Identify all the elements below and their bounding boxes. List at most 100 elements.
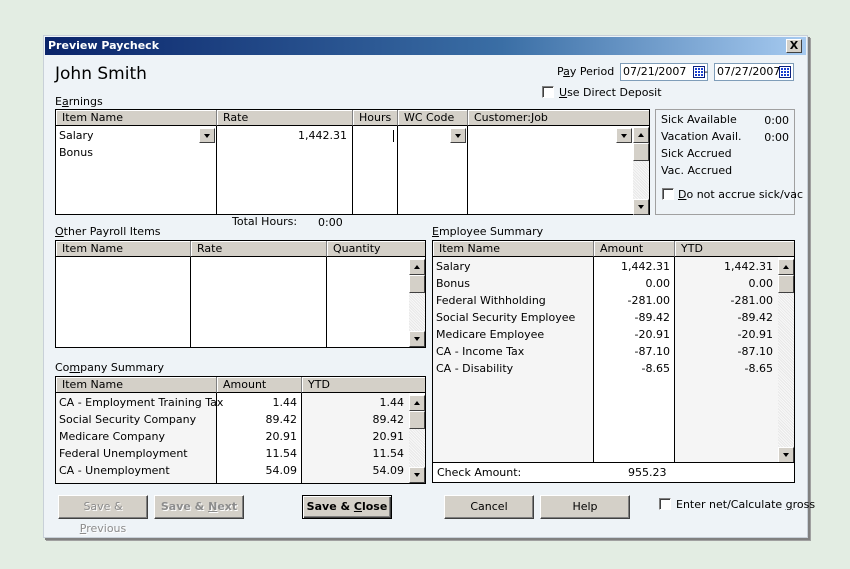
company-summary-table: Item Name Amount YTD CA - Employment Tra… [55,376,426,484]
scroll-down-icon[interactable] [409,331,425,347]
column-header-ytd[interactable]: YTD [302,377,425,393]
item-name-cell: CA - Disability [436,362,514,375]
ytd-cell: 20.91 [372,430,405,443]
scroll-down-icon[interactable] [409,467,425,483]
do-not-accrue-checkbox[interactable] [662,188,674,200]
scroll-thumb[interactable] [409,275,425,293]
employee-summary-table: Item Name Amount YTD Salary 1,442.31 1,442… [432,240,795,483]
ytd-cell: -20.91 [737,328,773,341]
column-header-quantity[interactable]: Quantity [327,241,425,257]
amount-cell: -281.00 [627,294,670,307]
column-header-item-name[interactable]: Item Name [433,241,594,257]
scroll-down-icon[interactable] [778,447,794,463]
item-name-cell: CA - Income Tax [436,345,525,358]
chevron-down-icon[interactable] [199,128,215,143]
scroll-up-icon[interactable] [778,259,794,275]
amount-cell: 1.44 [272,396,298,409]
preview-paycheck-window: Preview Paycheck X John Smith Pay Period… [43,35,815,538]
column-header-rate[interactable]: Rate [191,241,327,257]
other-payroll-items-label: Other Payroll Items [55,225,161,238]
column-header-item-name[interactable]: Item Name [56,377,217,393]
scroll-thumb[interactable] [633,143,649,161]
earnings-item-name[interactable]: Bonus [59,144,93,161]
ytd-cell: -8.65 [744,362,773,375]
sick-available-label: Sick Available [661,113,737,126]
column-header-amount[interactable]: Amount [594,241,675,257]
earnings-item-name[interactable]: Salary [59,127,94,144]
sick-accrued-label: Sick Accrued [661,147,732,160]
column-header-customer-job[interactable]: Customer:Job [468,110,649,126]
item-name-cell: Medicare Company [59,430,165,443]
employee-summary-scrollbar[interactable] [778,259,794,463]
sick-vacation-panel: Sick Available 0:00 Vacation Avail. 0:00… [655,109,803,215]
vacation-avail-label: Vacation Avail. [661,130,742,143]
window-title: Preview Paycheck [48,39,160,52]
earnings-table: Item Name Rate Hours WC Code Customer:Jo… [55,109,650,215]
sick-available-value: 0:00 [764,114,789,127]
other-payroll-items-table: Item Name Rate Quantity [55,240,426,348]
earnings-label: Earnings [55,95,103,108]
column-header-ytd[interactable]: YTD [675,241,794,257]
check-amount-value: 955.23 [628,466,667,479]
earnings-rate[interactable]: 1,442.31 [217,127,347,144]
column-header-wc-code[interactable]: WC Code [398,110,468,126]
other-payroll-scrollbar[interactable] [409,259,425,347]
ytd-cell: 54.09 [372,464,405,477]
chevron-down-icon[interactable] [616,128,632,143]
column-header-item-name[interactable]: Item Name [56,110,217,126]
column-header-item-name[interactable]: Item Name [56,241,191,257]
save-next-button[interactable]: Save & Next [154,495,244,519]
amount-cell: 20.91 [265,430,298,443]
total-hours-label: Total Hours: [232,215,298,228]
pay-period-separator: - [704,65,708,78]
chevron-down-icon[interactable] [450,128,466,143]
do-not-accrue-label: Do not accrue sick/vac [678,188,804,201]
column-header-amount[interactable]: Amount [217,377,302,393]
scroll-thumb[interactable] [409,411,425,429]
help-button[interactable]: Help [540,495,630,519]
amount-cell: -87.10 [634,345,670,358]
ytd-cell: 1,442.31 [724,260,773,273]
pay-period-start-value: 07/21/2007 [623,65,687,78]
item-name-cell: Social Security Employee [436,311,576,324]
item-name-cell: Social Security Company [59,413,197,426]
close-icon: X [789,39,799,52]
amount-cell: 89.42 [265,413,298,426]
scroll-thumb[interactable] [778,275,794,293]
earnings-scrollbar[interactable] [633,127,649,215]
ytd-cell: 89.42 [372,413,405,426]
save-close-button[interactable]: Save & Close [302,495,392,519]
company-summary-scrollbar[interactable] [409,395,425,483]
total-hours-value: 0:00 [318,216,343,229]
vacation-avail-value: 0:00 [764,131,789,144]
employee-summary-label: Employee Summary [432,225,544,238]
amount-cell: 1,442.31 [621,260,670,273]
pay-period-label: Pay Period [557,65,615,78]
ytd-cell: 1.44 [379,396,405,409]
column-header-rate[interactable]: Rate [217,110,353,126]
ytd-cell: -87.10 [737,345,773,358]
save-previous-button[interactable]: Save & Previous [58,495,148,535]
cancel-button[interactable]: Cancel [444,495,534,519]
text-cursor [393,130,394,142]
column-header-hours[interactable]: Hours [353,110,398,126]
ytd-cell: 0.00 [748,277,774,290]
amount-cell: -8.65 [641,362,670,375]
item-name-cell: CA - Employment Training Tax [59,396,224,409]
enter-net-label: Enter net/Calculate gross [676,498,816,511]
use-direct-deposit-checkbox[interactable] [542,86,554,98]
company-summary-label: Company Summary [55,361,164,374]
scroll-down-icon[interactable] [633,199,649,215]
scroll-up-icon[interactable] [409,259,425,275]
pay-period-end-field[interactable]: 07/27/2007 [714,63,794,81]
use-direct-deposit-label: Use Direct Deposit [559,86,662,99]
close-button[interactable]: X [786,39,802,53]
amount-cell: -89.42 [634,311,670,324]
enter-net-checkbox[interactable] [659,498,671,510]
calendar-icon[interactable] [779,66,791,78]
scroll-up-icon[interactable] [633,127,649,143]
ytd-cell: 11.54 [372,447,405,460]
scroll-up-icon[interactable] [409,395,425,411]
pay-period-start-field[interactable]: 07/21/2007 [620,63,708,81]
ytd-cell: -281.00 [730,294,773,307]
